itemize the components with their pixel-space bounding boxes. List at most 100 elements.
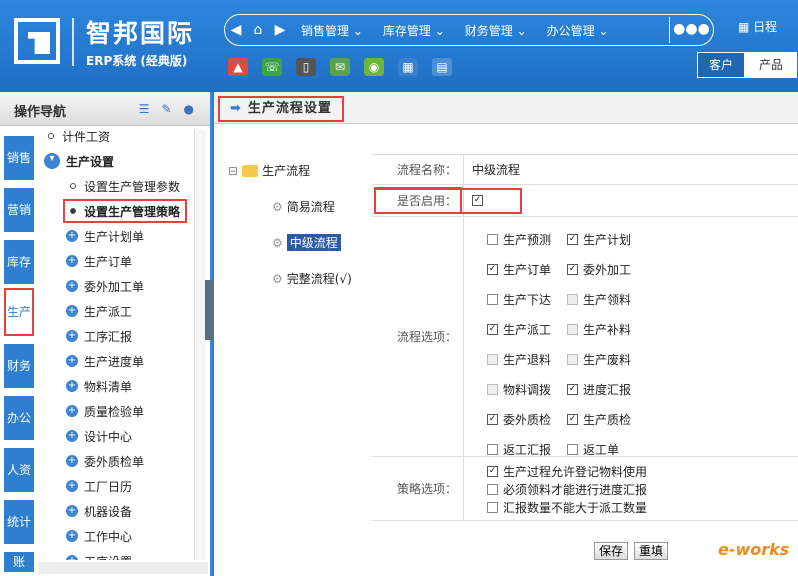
option-checkbox[interactable] xyxy=(487,444,498,455)
tree-item[interactable]: + 质量检验单 xyxy=(66,402,144,420)
tab-product[interactable]: 产品 xyxy=(745,52,797,78)
vtab-3[interactable]: 生产 xyxy=(4,288,34,336)
more-icon[interactable]: ●●● xyxy=(669,17,713,43)
megaphone-icon[interactable]: ▲ xyxy=(228,58,248,76)
phone-icon[interactable]: ☏ xyxy=(262,58,282,76)
option-item[interactable]: 生产预测 xyxy=(487,231,551,248)
schedule-link[interactable]: ▦ 日程 xyxy=(738,18,777,35)
option-checkbox[interactable] xyxy=(567,354,578,365)
option-item[interactable]: 返工汇报 xyxy=(487,441,551,458)
menu-inventory[interactable]: 库存管理 ⌄ xyxy=(373,22,455,39)
vtab-6[interactable]: 人资 xyxy=(4,448,34,492)
flow-root[interactable]: ⊟ 生产流程 xyxy=(228,162,310,179)
chat-icon[interactable]: ◉ xyxy=(364,58,384,76)
expand-icon[interactable]: + xyxy=(66,380,78,392)
option-item[interactable]: ✓ 进度汇报 xyxy=(567,381,631,398)
list-icon[interactable]: ☰ xyxy=(139,102,150,116)
vtab-7[interactable]: 统计 xyxy=(4,500,34,544)
tree-item[interactable]: + 生产派工 xyxy=(66,302,132,320)
expand-icon[interactable]: + xyxy=(66,280,78,292)
option-checkbox[interactable] xyxy=(487,234,498,245)
option-checkbox[interactable] xyxy=(567,294,578,305)
expand-icon[interactable]: + xyxy=(66,330,78,342)
option-item[interactable]: ✓ 委外质检 xyxy=(487,411,551,428)
option-item[interactable]: 生产补料 xyxy=(567,321,631,338)
strategy-checkbox[interactable] xyxy=(487,502,498,513)
option-item[interactable]: 生产退料 xyxy=(487,351,551,368)
tree-item[interactable]: + 机器设备 xyxy=(66,502,132,520)
reset-button[interactable]: 重填 xyxy=(634,542,669,560)
menu-office[interactable]: 办公管理 ⌄ xyxy=(537,22,619,39)
tree-item[interactable]: + 委外质检单 xyxy=(66,452,144,470)
forward-arrow-icon[interactable]: ▶ xyxy=(269,22,291,38)
tree-item[interactable]: 设置生产管理策略 xyxy=(62,199,188,223)
option-checkbox[interactable] xyxy=(567,444,578,455)
tree-item[interactable]: + 工序设置 xyxy=(66,552,132,560)
user-icon[interactable]: ● xyxy=(184,102,194,116)
option-checkbox[interactable]: ✓ xyxy=(487,264,498,275)
strategy-item[interactable]: 汇报数量不能大于派工数量 xyxy=(487,499,647,516)
menu-finance[interactable]: 财务管理 ⌄ xyxy=(455,22,537,39)
option-item[interactable]: 生产领料 xyxy=(567,291,631,308)
book-icon[interactable]: ▤ xyxy=(432,58,452,76)
vtab-0[interactable]: 销售 xyxy=(4,136,34,180)
tree-item[interactable]: + 生产订单 xyxy=(66,252,132,270)
tree-item[interactable]: + 委外加工单 xyxy=(66,277,144,295)
option-checkbox[interactable]: ✓ xyxy=(487,324,498,335)
vtab-2[interactable]: 库存 xyxy=(4,240,34,284)
option-checkbox[interactable] xyxy=(487,354,498,365)
vtab-4[interactable]: 财务 xyxy=(4,344,34,388)
vtab-8[interactable]: 账 xyxy=(4,552,34,572)
option-item[interactable]: 生产废料 xyxy=(567,351,631,368)
strategy-checkbox[interactable] xyxy=(487,484,498,495)
tree-item[interactable]: + 生产计划单 xyxy=(66,227,144,245)
option-item[interactable]: 返工单 xyxy=(567,441,619,458)
tab-customer[interactable]: 客户 xyxy=(697,52,745,78)
expand-icon[interactable]: + xyxy=(66,405,78,417)
flow-item[interactable]: ⚙ 完整流程(√) xyxy=(272,270,352,287)
tree-item[interactable]: + 工作中心 xyxy=(66,527,132,545)
strategy-checkbox[interactable]: ✓ xyxy=(487,466,498,477)
wrench-icon[interactable]: ✎ xyxy=(161,102,171,116)
option-checkbox[interactable]: ✓ xyxy=(567,264,578,275)
mobile-icon[interactable]: ▯ xyxy=(296,58,316,76)
option-checkbox[interactable]: ✓ xyxy=(567,234,578,245)
vtab-1[interactable]: 营销 xyxy=(4,188,34,232)
expand-icon[interactable]: + xyxy=(66,530,78,542)
strategy-item[interactable]: ✓ 生产过程允许登记物料使用 xyxy=(487,463,647,480)
home-icon[interactable]: ⌂ xyxy=(247,22,269,38)
tree-item[interactable]: + 设计中心 xyxy=(66,427,132,445)
flow-item[interactable]: ⚙ 简易流程 xyxy=(272,198,335,215)
menu-sales[interactable]: 销售管理 ⌄ xyxy=(291,22,373,39)
expand-icon[interactable]: + xyxy=(66,455,78,467)
option-checkbox[interactable] xyxy=(487,384,498,395)
tree-item[interactable]: 设置生产管理参数 xyxy=(70,177,180,195)
option-item[interactable]: 生产下达 xyxy=(487,291,551,308)
tree-item[interactable]: + 工厂日历 xyxy=(66,477,132,495)
option-checkbox[interactable]: ✓ xyxy=(567,384,578,395)
sidebar-collapse-handle[interactable] xyxy=(205,280,213,340)
flow-item[interactable]: ⚙ 中级流程 xyxy=(272,234,341,251)
back-arrow-icon[interactable]: ◀ xyxy=(225,22,247,38)
option-checkbox[interactable] xyxy=(487,294,498,305)
expand-icon[interactable]: + xyxy=(66,305,78,317)
expand-icon[interactable]: + xyxy=(66,430,78,442)
horizontal-scrollbar[interactable] xyxy=(38,562,208,574)
tree-item[interactable]: + 物料清单 xyxy=(66,377,132,395)
option-item[interactable]: ✓ 生产派工 xyxy=(487,321,551,338)
collapse-icon[interactable]: ▾ xyxy=(44,153,60,169)
strategy-item[interactable]: 必须领料才能进行进度汇报 xyxy=(487,481,647,498)
grid-icon[interactable]: ▦ xyxy=(398,58,418,76)
tree-item[interactable]: ▾ 生产设置 xyxy=(44,152,114,170)
save-button[interactable]: 保存 xyxy=(594,542,629,560)
option-item[interactable]: ✓ 生产计划 xyxy=(567,231,631,248)
vtab-5[interactable]: 办公 xyxy=(4,396,34,440)
option-checkbox[interactable] xyxy=(567,324,578,335)
sidebar-scrollbar[interactable] xyxy=(194,130,206,560)
option-item[interactable]: ✓ 生产订单 xyxy=(487,261,551,278)
expand-icon[interactable]: + xyxy=(66,255,78,267)
expand-icon[interactable]: + xyxy=(66,555,78,560)
tree-item[interactable]: + 生产进度单 xyxy=(66,352,144,370)
expand-icon[interactable]: + xyxy=(66,480,78,492)
option-item[interactable]: ✓ 生产质检 xyxy=(567,411,631,428)
